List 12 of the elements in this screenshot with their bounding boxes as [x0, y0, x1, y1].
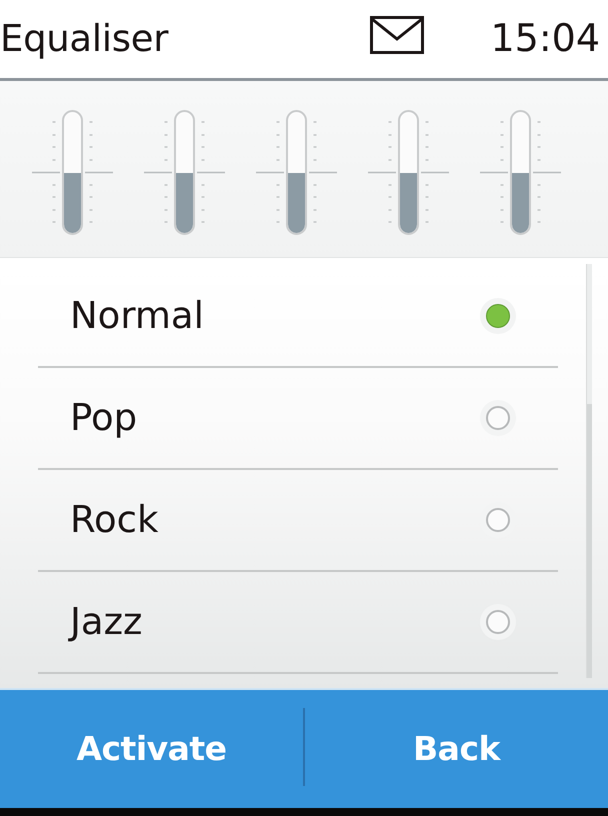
- slider-track[interactable]: [510, 110, 530, 235]
- preset-option[interactable]: Jazz: [38, 572, 558, 674]
- preset-option[interactable]: Rock: [38, 470, 558, 572]
- slider-track[interactable]: [286, 110, 306, 235]
- slider-track[interactable]: [174, 110, 194, 235]
- clock-time: 15:04: [490, 18, 600, 60]
- preset-option[interactable]: Normal: [38, 266, 558, 368]
- slider-track[interactable]: [398, 110, 418, 235]
- scrollbar-thumb[interactable]: [587, 404, 592, 678]
- preset-option[interactable]: Pop: [38, 368, 558, 470]
- screen-title: Equaliser: [0, 18, 168, 60]
- slider-track[interactable]: [62, 110, 82, 235]
